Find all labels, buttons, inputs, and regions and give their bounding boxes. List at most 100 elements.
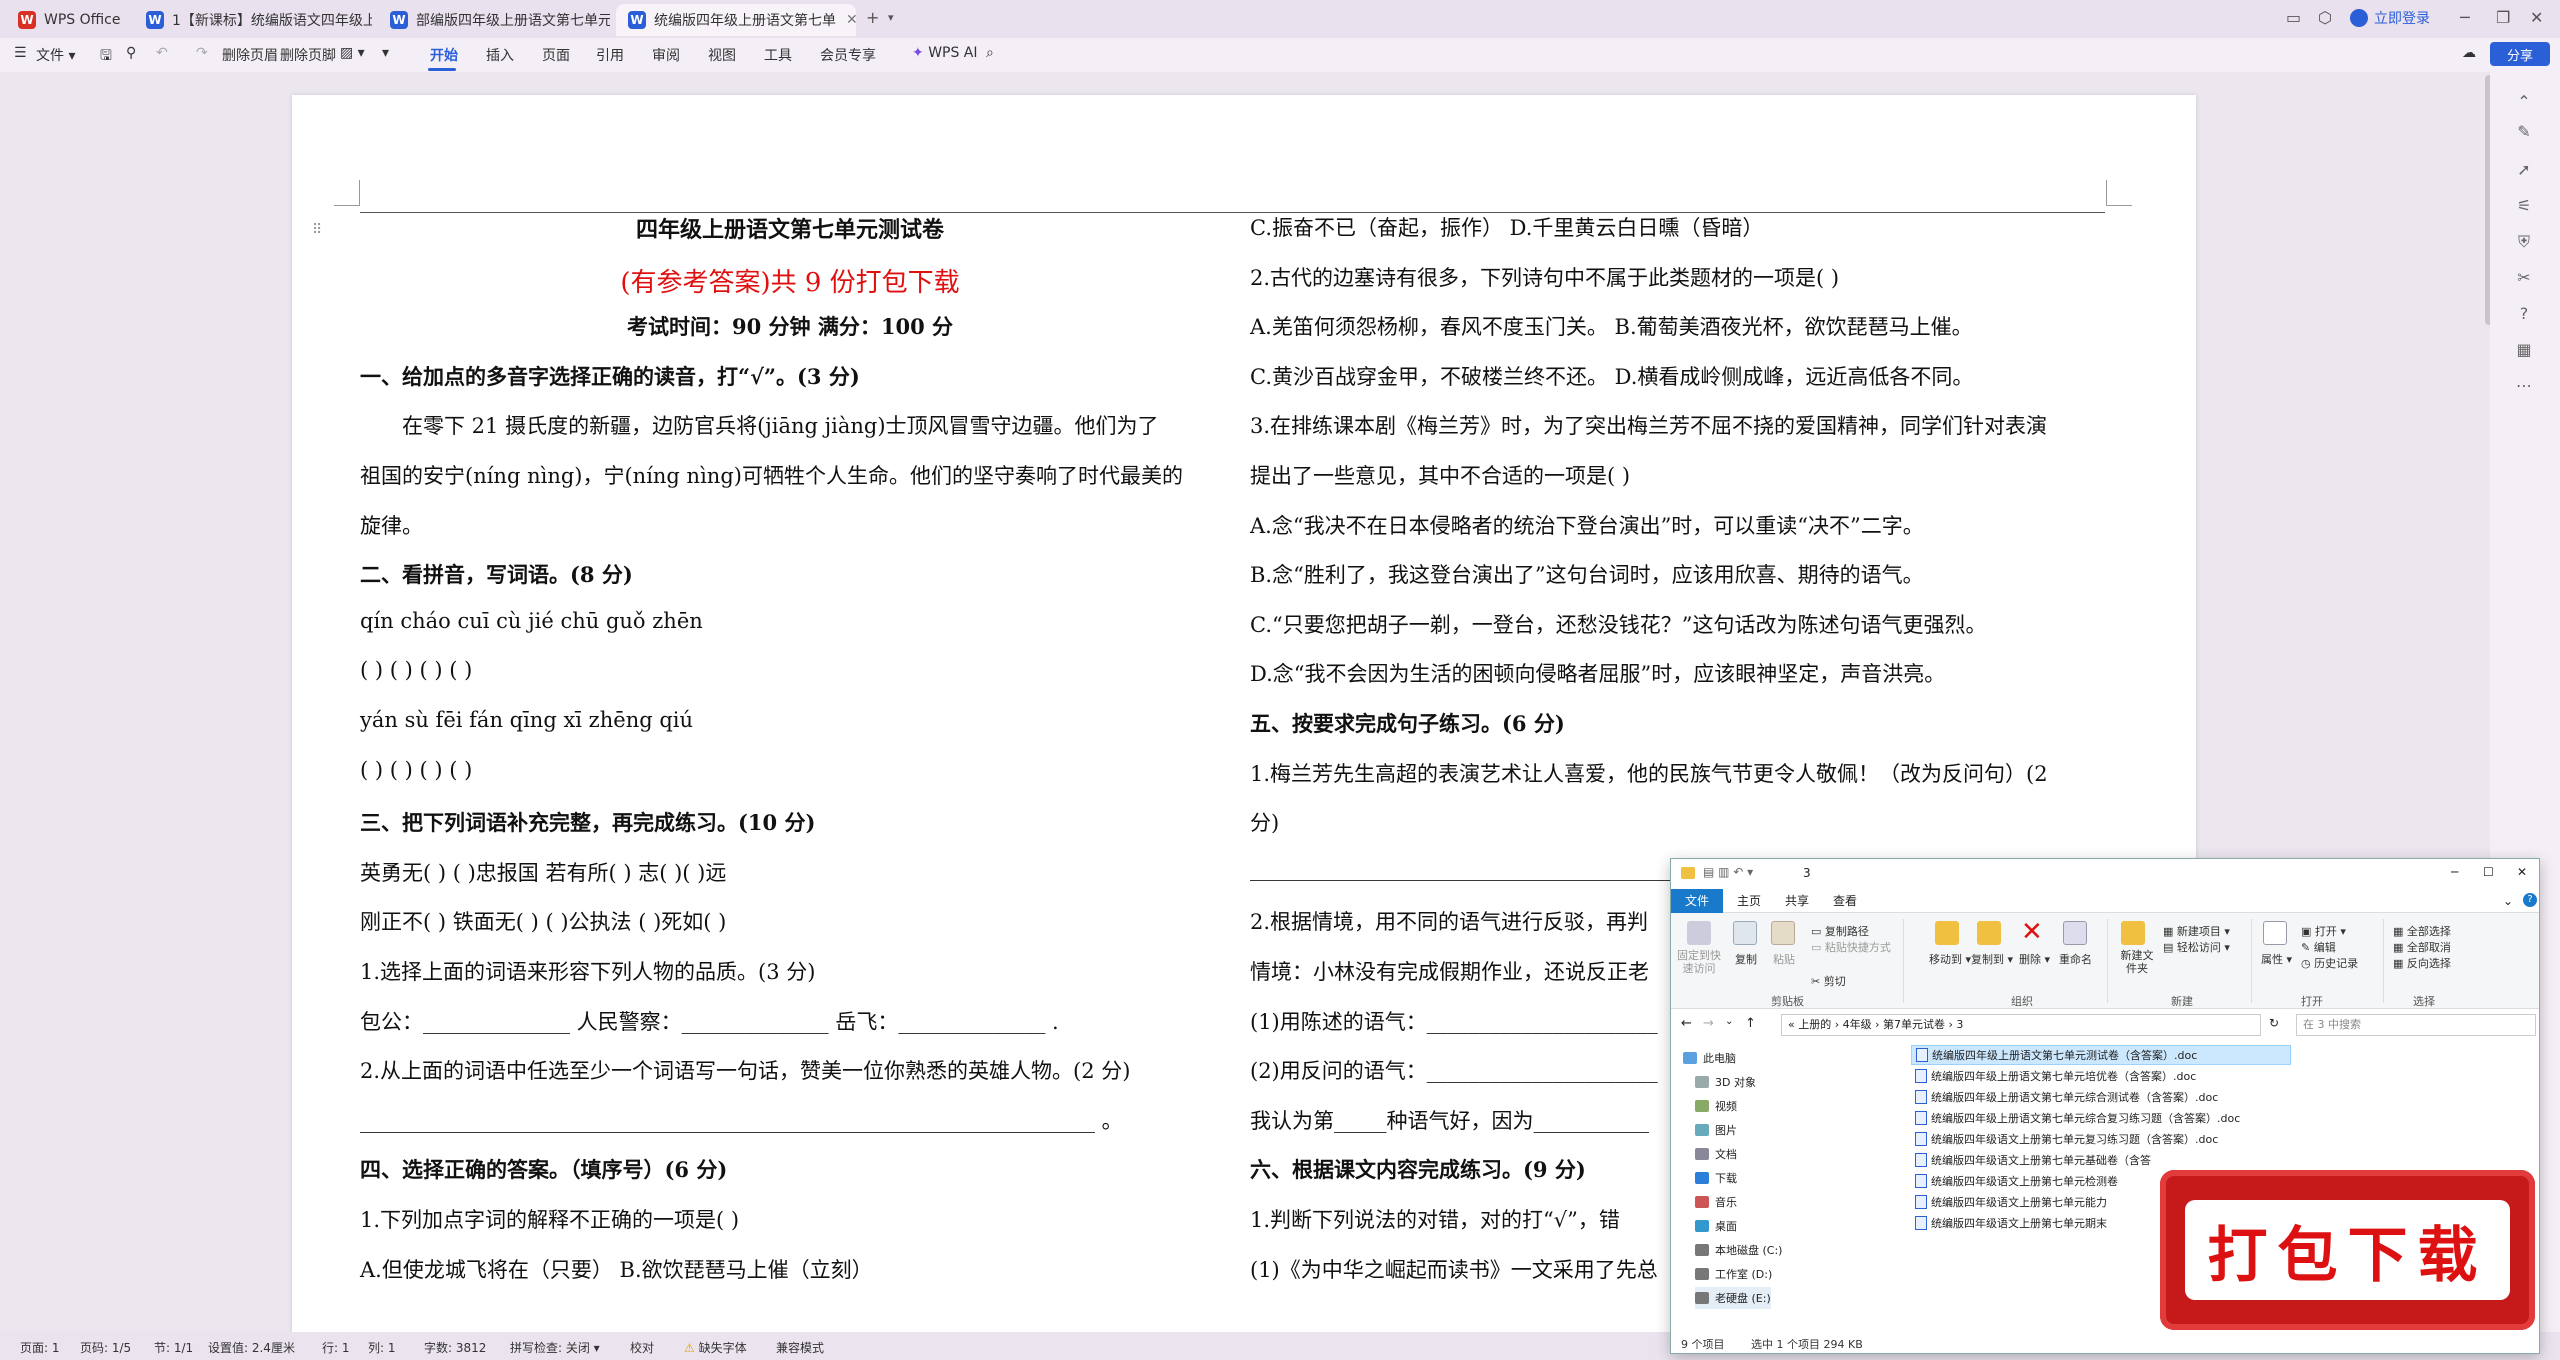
easy-access-button[interactable]: ▤ 轻松访问 ▾ (2163, 939, 2230, 955)
format-painter-icon[interactable]: ⚲ (126, 45, 136, 61)
back-icon[interactable]: ← (1681, 1016, 1692, 1031)
quick-access-icons[interactable]: ▤ ▥ ↶ ▾ (1703, 865, 1753, 879)
file-menu[interactable]: 文件 ▾ (36, 45, 75, 65)
copy-path-button[interactable]: ▭ 复制路径 (1811, 923, 1869, 939)
tab-page[interactable]: 页面 (542, 45, 570, 65)
nav-item[interactable]: 音乐 (1695, 1191, 1737, 1213)
nav-item[interactable]: 图片 (1695, 1119, 1737, 1141)
chevron-down-icon[interactable]: ▾ (888, 11, 894, 24)
recent-chevron-icon[interactable]: ⌄ (1725, 1016, 1733, 1027)
help-icon[interactable]: ? (2523, 893, 2537, 907)
redo-icon[interactable]: ↷ (196, 45, 208, 61)
tools-icon[interactable]: ✂ (2514, 268, 2534, 288)
select-all-button[interactable]: ▦ 全部选择 (2393, 923, 2451, 939)
more-icon[interactable]: ⋯ (2514, 376, 2534, 396)
search-input[interactable]: 在 3 中搜索 (2296, 1014, 2536, 1036)
close-icon[interactable]: ✕ (2517, 865, 2527, 879)
new-item-button[interactable]: ▦ 新建项目 ▾ (2163, 923, 2230, 939)
delete-icon[interactable]: ✕ (2021, 917, 2043, 947)
menu-icon[interactable]: ☰ (14, 45, 27, 61)
cloud-icon[interactable]: ☁ (2462, 45, 2476, 61)
properties-icon[interactable] (2263, 921, 2287, 945)
file-row[interactable]: 统编版四年级上册语文第七单元测试卷（含答案）.doc (1911, 1045, 2291, 1065)
address-bar[interactable]: « 上册的 › 4年级 › 第7单元试卷 › 3 (1781, 1014, 2261, 1036)
nav-item[interactable]: 此电脑 (1683, 1047, 1736, 1069)
nav-item[interactable]: 工作室 (D:) (1695, 1263, 1772, 1285)
file-row[interactable]: 统编版四年级上册语文第七单元培优卷（含答案）.doc (1911, 1066, 2291, 1086)
new-tab-button[interactable]: + (866, 8, 879, 27)
nav-item[interactable]: 老硬盘 (E:) (1695, 1287, 1771, 1309)
save-icon[interactable]: 🖫 (100, 45, 112, 69)
tab-home[interactable]: 开始 (430, 45, 458, 65)
undo-icon[interactable]: ↶ (156, 45, 168, 61)
tab-file[interactable]: 文件 (1671, 889, 1724, 913)
grid-icon[interactable]: ▦ (2514, 340, 2534, 360)
search-icon[interactable]: ⌕ (986, 45, 994, 61)
collapse-icon[interactable]: ⌃ (2514, 92, 2534, 112)
select-none-button[interactable]: ▦ 全部取消 (2393, 939, 2451, 955)
window-icon[interactable]: ▭ (2286, 8, 2301, 27)
minimize-icon[interactable]: ─ (2451, 865, 2458, 879)
delete-footer-button[interactable]: 删除页脚 (280, 45, 336, 65)
image-icon[interactable]: ▨ ▾ (340, 45, 365, 61)
tab-reference[interactable]: 引用 (596, 45, 624, 65)
cursor-icon[interactable]: ➚ (2514, 160, 2534, 180)
copy-to-icon[interactable] (1977, 921, 2001, 945)
file-row[interactable]: 统编版四年级语文上册第七单元复习练习题（含答案）.doc (1911, 1129, 2291, 1149)
status-proofread[interactable]: 校对 (630, 1339, 654, 1356)
tab-home[interactable]: 主页 (1723, 889, 1775, 913)
tab-document-2[interactable]: W 部编版四年级上册语文第七单元测试 (378, 4, 610, 36)
copy-to-button[interactable]: 复制到 ▾ (1971, 951, 2013, 967)
pen-icon[interactable]: ✎ (2514, 122, 2534, 142)
tab-review[interactable]: 审阅 (652, 45, 680, 65)
restore-icon[interactable]: ☐ (2483, 865, 2494, 879)
pin-quick-access-button[interactable]: 固定到快速访问 (1677, 949, 1721, 975)
tab-tools[interactable]: 工具 (764, 45, 792, 65)
rename-icon[interactable] (2063, 921, 2087, 945)
tab-document-1[interactable]: W 1【新课标】统编版语文四年级上册 (134, 4, 372, 36)
tab-view[interactable]: 查看 (1819, 889, 1871, 913)
forward-icon[interactable]: → (1703, 1016, 1714, 1031)
file-row[interactable]: 统编版四年级上册语文第七单元综合复习练习题（含答案）.doc (1911, 1108, 2291, 1128)
minimize-icon[interactable]: ─ (2460, 8, 2470, 27)
help-icon[interactable]: ? (2514, 304, 2534, 324)
more-chevron-icon[interactable]: ▾ (382, 45, 389, 61)
delete-button[interactable]: 删除 ▾ (2019, 951, 2050, 967)
nav-item[interactable]: 视频 (1695, 1095, 1737, 1117)
tab-wps-office[interactable]: W WPS Office (6, 4, 128, 36)
move-to-icon[interactable] (1935, 921, 1959, 945)
rename-button[interactable]: 重命名 (2059, 951, 2092, 967)
edit-button[interactable]: ✎ 编辑 (2301, 939, 2336, 955)
file-row[interactable]: 统编版四年级语文上册第七单元基础卷（含答 (1911, 1150, 2291, 1170)
login-button[interactable]: 立即登录 (2350, 8, 2430, 28)
tab-member[interactable]: 会员专享 (820, 45, 876, 65)
delete-header-button[interactable]: 删除页眉 (222, 45, 278, 65)
nav-item[interactable]: 本地磁盘 (C:) (1695, 1239, 1782, 1261)
open-button[interactable]: ▣ 打开 ▾ (2301, 923, 2346, 939)
move-to-button[interactable]: 移动到 ▾ (1929, 951, 1971, 967)
nav-item[interactable]: 桌面 (1695, 1215, 1737, 1237)
shield-icon[interactable]: ⛨ (2514, 232, 2534, 252)
nav-item[interactable]: 文档 (1695, 1143, 1737, 1165)
new-folder-icon[interactable] (2121, 921, 2145, 945)
copy-icon[interactable] (1733, 921, 1757, 945)
tab-insert[interactable]: 插入 (486, 45, 514, 65)
chevron-down-icon[interactable]: ⌄ (2503, 894, 2513, 908)
nav-item[interactable]: 下载 (1695, 1167, 1737, 1189)
adjust-icon[interactable]: ⚟ (2514, 196, 2534, 216)
paste-button[interactable]: 粘贴 (1773, 951, 1795, 967)
history-button[interactable]: ◷ 历史记录 (2301, 955, 2358, 971)
cut-button[interactable]: ✂ 剪切 (1811, 973, 1846, 989)
share-button[interactable]: 分享 (2490, 42, 2550, 66)
new-folder-button[interactable]: 新建文件夹 (2119, 949, 2155, 975)
wps-ai-button[interactable]: ✦ WPS AI (912, 45, 978, 61)
status-missing-fonts[interactable]: ⚠ 缺失字体 (684, 1339, 747, 1356)
drag-handle-icon[interactable]: ⠿ (312, 222, 322, 238)
restore-icon[interactable]: ❐ (2496, 8, 2510, 27)
refresh-icon[interactable]: ↻ (2269, 1016, 2279, 1030)
up-icon[interactable]: ↑ (1745, 1016, 1756, 1031)
paste-shortcut-button[interactable]: ▭ 粘贴快捷方式 (1811, 939, 1891, 955)
cube-icon[interactable]: ⬡ (2318, 8, 2332, 27)
tab-share[interactable]: 共享 (1771, 889, 1823, 913)
nav-item[interactable]: 3D 对象 (1695, 1071, 1756, 1093)
